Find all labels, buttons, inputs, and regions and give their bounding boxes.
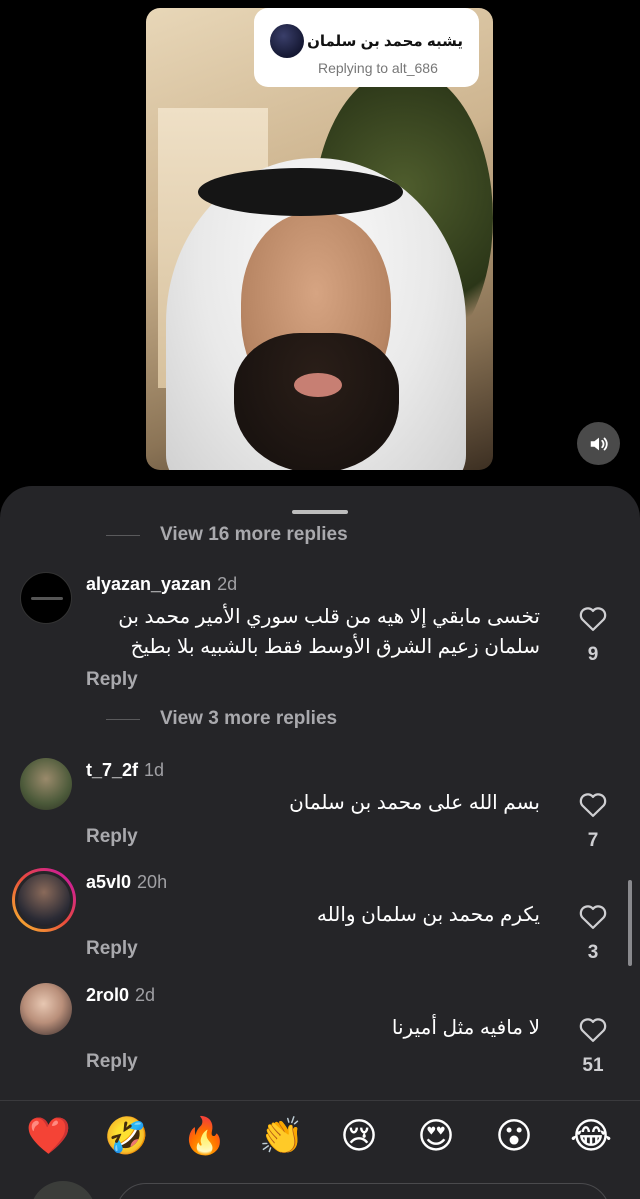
comment-text: تخسى مابقي إلا هيه من قلب سوري الأمير مح… [80, 602, 540, 662]
view-more-replies-top[interactable]: View 16 more replies [106, 524, 348, 546]
reaction-rofl-icon[interactable]: 🤣 [104, 1115, 149, 1159]
reaction-crying-icon[interactable]: 😢 [337, 1115, 381, 1159]
username-text[interactable]: alyazan_yazan [86, 574, 211, 594]
avatar[interactable] [20, 758, 72, 810]
reaction-clap-icon[interactable]: 👏 [259, 1115, 304, 1159]
comment-text-line: لا مافيه مثل أميرنا [391, 1017, 540, 1039]
comment-text-line: بسم الله على محمد بن سلمان [289, 792, 540, 814]
comment-text: بسم الله على محمد بن سلمان [80, 788, 540, 818]
replying-to-label: Replying to alt_686 [318, 60, 438, 76]
reaction-fire-icon[interactable]: 🔥 [182, 1115, 227, 1159]
comment-text: يكرم محمد بن سلمان والله [80, 900, 540, 930]
divider-line [106, 718, 140, 720]
comment-age: 2d [135, 985, 156, 1005]
speaker-icon [590, 437, 608, 450]
heart-icon[interactable] [578, 604, 608, 632]
sheet-drag-handle[interactable] [292, 510, 348, 514]
reaction-heart-eyes-icon[interactable]: 😍 [414, 1115, 458, 1159]
heart-icon[interactable] [578, 902, 608, 930]
reply-button[interactable]: Reply [86, 669, 138, 691]
like-count: 51 [582, 1055, 604, 1076]
reply-context-bubble[interactable]: يشبه محمد بن سلمان Replying to alt_686 [254, 8, 479, 87]
quick-reaction-bar: ❤️ 🤣 🔥 👏 😢 😍 😮 😂 [0, 1100, 640, 1199]
comment-text-line: يكرم محمد بن سلمان والله [316, 904, 540, 926]
comment-age: 2d [217, 574, 238, 594]
comment-age: 20h [137, 872, 168, 892]
comments-sheet[interactable]: View 16 more replies alyazan_yazan 2d تخس… [0, 486, 640, 1199]
reaction-surprised-icon[interactable]: 😮 [492, 1115, 536, 1159]
reply-to-comment-text: يشبه محمد بن سلمان [307, 33, 463, 50]
avatar[interactable] [20, 572, 72, 624]
comment-item: alyazan_yazan 2d تخسى مابقي إلا هيه من قل… [0, 572, 640, 692]
comment-input[interactable] [116, 1183, 610, 1199]
reaction-laughing-icon[interactable]: 😂 [569, 1115, 613, 1159]
comment-username[interactable]: a5vl0 20h [86, 872, 167, 893]
username-text[interactable]: t_7_2f [86, 760, 138, 780]
comment-item: 2rol0 2d لا مافيه مثل أميرنا Reply 51 [0, 983, 640, 1083]
video-area[interactable]: يشبه محمد بن سلمان Replying to alt_686 [0, 0, 640, 495]
comment-text: لا مافيه مثل أميرنا [80, 1013, 540, 1043]
reply-button[interactable]: Reply [86, 938, 138, 960]
divider-line [106, 534, 140, 536]
comment-username[interactable]: t_7_2f 1d [86, 760, 164, 781]
view-more-replies-mid[interactable]: View 3 more replies [106, 708, 337, 730]
comment-age: 1d [144, 760, 165, 780]
username-text[interactable]: 2rol0 [86, 985, 129, 1005]
video-person-agal [198, 168, 403, 216]
reply-button[interactable]: Reply [86, 1051, 138, 1073]
comment-item: t_7_2f 1d بسم الله على محمد بن سلمان Repl… [0, 758, 640, 858]
heart-icon[interactable] [578, 1015, 608, 1043]
avatar[interactable] [20, 983, 72, 1035]
composer-avatar [30, 1181, 96, 1199]
comment-item: a5vl0 20h يكرم محمد بن سلمان والله Reply … [0, 868, 640, 970]
comment-username[interactable]: alyazan_yazan 2d [86, 574, 237, 595]
reaction-heart-icon[interactable]: ❤️ [26, 1115, 71, 1159]
video-person-mouth [294, 373, 342, 397]
like-count: 3 [587, 942, 599, 963]
avatar [15, 871, 73, 929]
reply-avatar [270, 24, 304, 58]
sound-toggle-button[interactable] [577, 422, 620, 465]
video-person-beard [234, 333, 399, 470]
heart-icon[interactable] [578, 790, 608, 818]
view-more-replies-label[interactable]: View 16 more replies [160, 524, 348, 546]
like-count: 9 [587, 644, 599, 665]
avatar-with-story-ring[interactable] [12, 868, 76, 932]
scrollbar[interactable] [628, 880, 632, 966]
view-more-replies-label[interactable]: View 3 more replies [160, 708, 337, 730]
comment-username[interactable]: 2rol0 2d [86, 985, 155, 1006]
comment-text-line: تخسى مابقي إلا هيه من قلب سوري الأمير مح… [118, 606, 540, 628]
comment-text-line: سلمان زعيم الشرق الأوسط فقط بالشبيه بلا … [130, 636, 540, 658]
username-text[interactable]: a5vl0 [86, 872, 131, 892]
avatar-logo-text [31, 597, 63, 600]
reply-button[interactable]: Reply [86, 826, 138, 848]
like-count: 7 [587, 830, 599, 851]
